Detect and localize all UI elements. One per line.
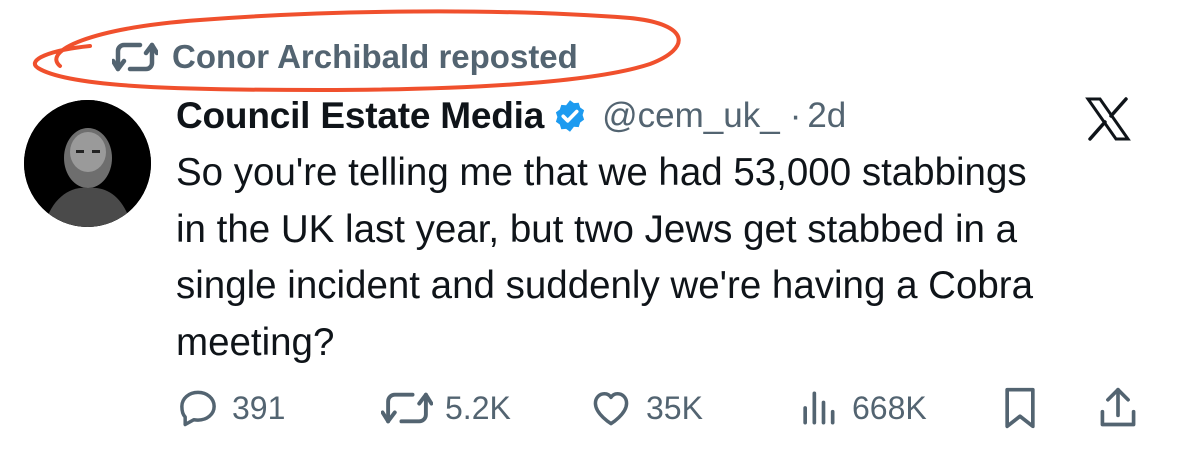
repost-count: 5.2K [445,389,511,426]
x-logo-icon[interactable] [1085,96,1131,142]
social-context-label: Conor Archibald reposted [172,38,578,75]
reply-button[interactable]: 391 [176,380,285,436]
repost-icon [381,392,433,424]
author-name[interactable]: Council Estate Media [176,95,544,137]
repost-button[interactable]: 5.2K [381,380,511,436]
social-context[interactable]: Conor Archibald reposted [112,35,578,79]
post-text: So you're telling me that we had 53,000 … [176,145,1156,371]
views-button[interactable]: 668K [796,380,927,436]
post-text-line: single incident and suddenly we're havin… [176,264,1034,307]
separator-dot: · [789,96,802,135]
post-text-line: So you're telling me that we had 53,000 … [176,151,1027,194]
post-text-line: in the UK last year, but two Jews get st… [176,207,1018,251]
post-text-line: meeting? [176,320,335,364]
avatar-image [24,100,151,227]
share-icon [1100,387,1136,427]
reply-count: 391 [232,389,286,426]
post-timestamp[interactable]: 2d [807,96,846,136]
reply-icon [180,390,216,427]
views-count: 668K [852,389,927,426]
views-icon [803,391,835,425]
like-button[interactable]: 35K [588,380,703,436]
avatar[interactable] [24,100,151,227]
bookmark-button[interactable] [998,380,1054,436]
author-handle[interactable]: @cem_uk_ [602,96,780,136]
verified-badge-icon[interactable] [552,98,588,134]
repost-icon [112,42,158,72]
heart-icon [593,391,629,426]
like-count: 35K [646,389,703,426]
bookmark-icon [1005,387,1035,429]
action-bar: 391 5.2K 35K 668K [176,380,1146,436]
post-header: Council Estate Media @cem_uk_ · 2d [176,92,846,140]
share-button[interactable] [1096,380,1152,436]
